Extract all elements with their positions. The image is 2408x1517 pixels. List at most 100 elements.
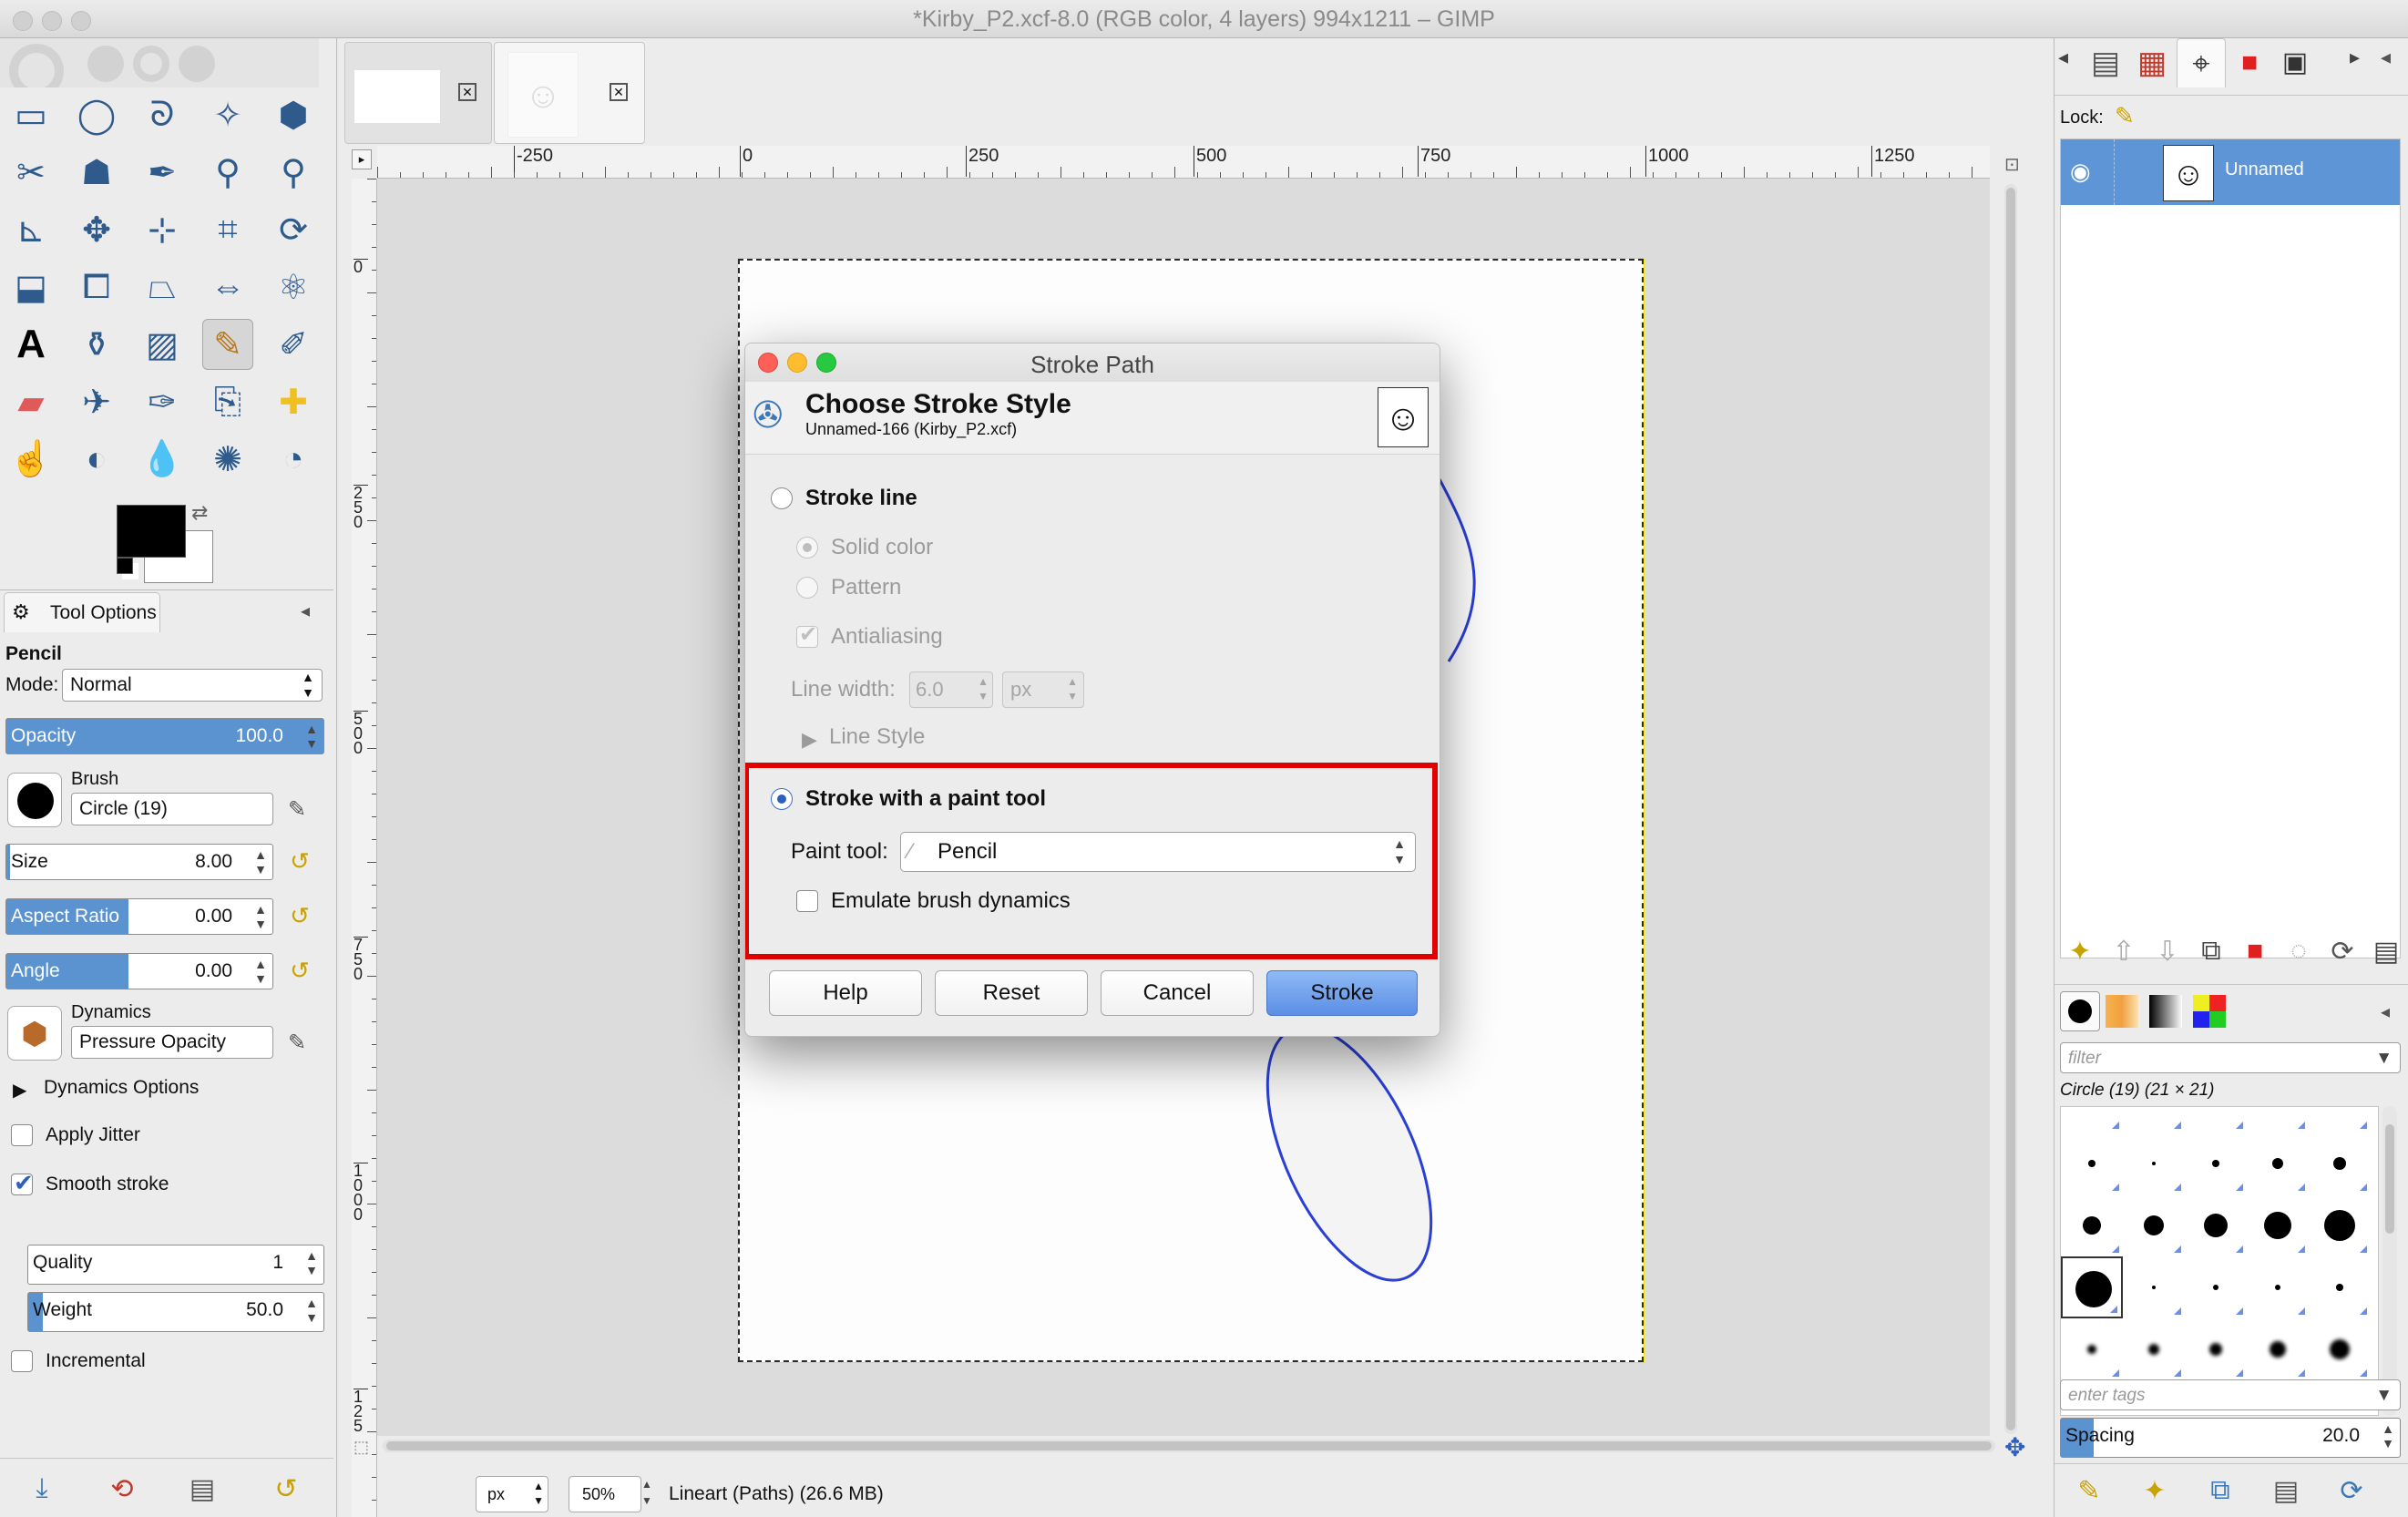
- brush-cell[interactable]: [2247, 1256, 2309, 1318]
- paths-list[interactable]: ◉ ☺ Unnamed: [2060, 138, 2401, 958]
- reset-button[interactable]: Reset: [935, 970, 1088, 1016]
- weight-slider[interactable]: Weight 50.0 ▲ ▼: [27, 1292, 324, 1332]
- brush-cell[interactable]: [2309, 1194, 2371, 1256]
- dynamics-options-expander[interactable]: Dynamics Options: [44, 1077, 199, 1099]
- brush-field[interactable]: Circle (19): [71, 793, 273, 825]
- brush-cell[interactable]: [2061, 1318, 2123, 1380]
- edit-brush-icon[interactable]: ✎: [2069, 1471, 2109, 1511]
- brush-cell[interactable]: [2123, 1107, 2185, 1133]
- brush-cell[interactable]: [2185, 1318, 2247, 1380]
- vertical-ruler[interactable]: 0 250 500 750 1000 125: [352, 179, 377, 1517]
- brush-cell[interactable]: [2061, 1194, 2123, 1256]
- stroke-paint-tool-radio[interactable]: [771, 788, 793, 810]
- zoom-select[interactable]: 50%: [569, 1476, 641, 1512]
- edit-dynamics-icon[interactable]: ✎: [288, 1030, 306, 1056]
- reset-angle-icon[interactable]: ↺: [286, 957, 313, 984]
- horizontal-scroll-thumb[interactable]: [386, 1441, 1992, 1450]
- brush-cell[interactable]: [2247, 1107, 2309, 1133]
- brush-cell[interactable]: [2185, 1107, 2247, 1133]
- vertical-scrollbar[interactable]: [2004, 184, 2017, 1434]
- delete-options-icon[interactable]: ▤: [182, 1469, 222, 1509]
- tool-ellipse-select-icon[interactable]: ◯: [71, 89, 122, 140]
- tool-blend-icon[interactable]: ▨: [137, 319, 188, 370]
- panel-menu-icon[interactable]: ◂: [301, 600, 310, 622]
- new-brush-icon[interactable]: ✦: [2135, 1471, 2175, 1511]
- delete-path-icon[interactable]: ■: [2235, 931, 2275, 971]
- image-menu-icon[interactable]: ▸: [352, 149, 372, 169]
- brush-cell[interactable]: [2309, 1318, 2371, 1380]
- patterns-tab[interactable]: [2106, 995, 2138, 1028]
- tool-flip-icon[interactable]: ⇔: [202, 261, 253, 313]
- tool-shear-icon[interactable]: ⧠: [71, 261, 122, 313]
- brush-filter-input[interactable]: filter ▼: [2060, 1042, 2401, 1073]
- stroke-button[interactable]: Stroke: [1266, 970, 1418, 1016]
- line-style-expander-icon[interactable]: ▶: [802, 728, 817, 752]
- brush-cell[interactable]: [2185, 1133, 2247, 1194]
- dock-menu-icon[interactable]: ◂: [2381, 46, 2391, 69]
- brush-cell[interactable]: [2123, 1194, 2185, 1256]
- brush-cell[interactable]: [2247, 1133, 2309, 1194]
- close-window-button[interactable]: [13, 11, 33, 31]
- line-style-expander[interactable]: Line Style: [829, 724, 925, 750]
- dynamics-icon[interactable]: ⬢: [7, 1006, 62, 1061]
- paths-tab-icon[interactable]: ⌖: [2177, 38, 2226, 87]
- tool-color-picker-icon[interactable]: ⚲: [202, 147, 253, 198]
- duplicate-path-icon[interactable]: ⧉: [2191, 931, 2231, 971]
- tool-perspective-icon[interactable]: ⏢: [137, 261, 188, 313]
- brush-cell[interactable]: [2123, 1318, 2185, 1380]
- paint-tool-select[interactable]: ⁄ Pencil ▲ ▼: [900, 832, 1416, 872]
- tool-paths-icon[interactable]: ✒: [137, 147, 188, 198]
- foreground-color-swatch[interactable]: [117, 505, 186, 558]
- dialog-close-button[interactable]: [758, 353, 778, 373]
- tool-text-icon[interactable]: A: [5, 319, 56, 370]
- tab-tool-options[interactable]: ⚙ Tool Options: [4, 592, 160, 632]
- vertical-scroll-thumb[interactable]: [2006, 188, 2015, 1430]
- edit-brush-icon[interactable]: ✎: [288, 796, 306, 823]
- selection-to-path-icon[interactable]: ⟳: [2322, 931, 2362, 971]
- scroll-tabs-left-icon[interactable]: ◂: [2058, 46, 2068, 69]
- tool-clone-icon[interactable]: ⎘: [202, 376, 253, 427]
- path-to-selection-icon[interactable]: ◌: [2279, 931, 2319, 971]
- unit-select[interactable]: px ▲ ▼: [476, 1476, 548, 1512]
- visibility-eye-icon[interactable]: ◉: [2070, 158, 2091, 186]
- line-width-unit-select[interactable]: px ▲ ▼: [1002, 671, 1084, 708]
- reset-size-icon[interactable]: ↺: [286, 847, 313, 875]
- quality-slider[interactable]: Quality 1 ▲ ▼: [27, 1245, 324, 1285]
- dialog-zoom-button[interactable]: [816, 353, 836, 373]
- brushes-menu-icon[interactable]: ◂: [2381, 1000, 2390, 1023]
- restore-options-icon[interactable]: ⟲: [102, 1469, 142, 1509]
- channels-tab-icon[interactable]: ▦: [2129, 40, 2175, 86]
- tool-free-select-icon[interactable]: ᘐ: [137, 89, 188, 140]
- dialog-minimize-button[interactable]: [787, 353, 807, 373]
- close-tab-icon[interactable]: ✕: [458, 83, 476, 101]
- cancel-button[interactable]: Cancel: [1101, 970, 1254, 1016]
- gradients-tab[interactable]: [2149, 995, 2182, 1028]
- lower-path-icon[interactable]: ⇩: [2147, 931, 2188, 971]
- spacing-slider[interactable]: Spacing 20.0 ▲ ▼: [2060, 1418, 2401, 1458]
- brush-cell[interactable]: [2309, 1133, 2371, 1194]
- brush-cell[interactable]: [2123, 1133, 2185, 1194]
- tool-move-icon[interactable]: ✥: [71, 204, 122, 255]
- tool-scale-icon[interactable]: ⬓: [5, 261, 56, 313]
- delete-brush-icon[interactable]: ▤: [2266, 1471, 2306, 1511]
- brush-scrollbar[interactable]: [2382, 1106, 2397, 1416]
- undo-history-tab-icon[interactable]: ▣: [2273, 40, 2317, 86]
- minimize-window-button[interactable]: [42, 11, 62, 31]
- tool-rect-select-icon[interactable]: ▭: [5, 89, 56, 140]
- stroke-path-icon[interactable]: ▤: [2366, 931, 2406, 971]
- expander-triangle-icon[interactable]: ▶: [13, 1079, 26, 1102]
- brush-cell[interactable]: [2247, 1318, 2309, 1380]
- dynamics-field[interactable]: Pressure Opacity: [71, 1026, 273, 1059]
- help-button[interactable]: Help: [769, 970, 922, 1016]
- mode-select[interactable]: Normal ▲ ▼: [62, 669, 323, 702]
- solid-color-radio[interactable]: [796, 537, 818, 559]
- brushes-tab[interactable]: [2060, 991, 2100, 1031]
- stroke-line-radio[interactable]: [771, 487, 793, 509]
- tool-select-by-color-icon[interactable]: ⬢: [268, 89, 319, 140]
- tool-bucket-fill-icon[interactable]: ⚱: [71, 319, 122, 370]
- tool-eraser-icon[interactable]: ▰: [5, 376, 56, 427]
- antialiasing-checkbox[interactable]: ✔: [796, 622, 818, 648]
- tool-zoom-icon[interactable]: ⚲: [268, 147, 319, 198]
- chevron-down-icon[interactable]: ▼: [2375, 1380, 2393, 1411]
- tool-perspective-clone-icon[interactable]: ◔: [268, 434, 319, 485]
